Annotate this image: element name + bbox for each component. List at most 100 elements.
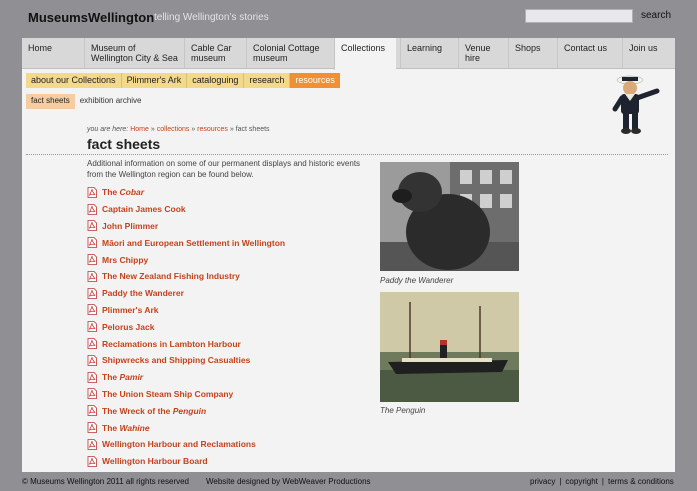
factsheet-title: Reclamations in Lambton Harbour: [102, 338, 241, 349]
pdf-icon: [87, 186, 97, 198]
factsheet-title: Paddy the Wanderer: [102, 288, 184, 299]
pdf-icon: [87, 438, 97, 450]
search-input[interactable]: [525, 9, 633, 23]
breadcrumb-separator: »: [227, 126, 236, 133]
footer-copyright: © Museums Wellington 2011 all rights res…: [22, 477, 190, 486]
subnav-item-fact-sheets[interactable]: fact sheets: [26, 94, 75, 109]
breadcrumb-collections[interactable]: collections: [157, 126, 190, 133]
breadcrumb: you are here: Home » collections » resou…: [87, 126, 270, 133]
subnav-item-resources[interactable]: resources: [290, 73, 340, 88]
factsheet-list: The Cobar Captain James Cook John Plimmer M…: [87, 184, 285, 470]
breadcrumb-resources[interactable]: resources: [197, 126, 228, 133]
pdf-icon: [87, 354, 97, 366]
subnav-item-exhibition-archive[interactable]: exhibition archive: [75, 94, 147, 109]
search-button[interactable]: search: [641, 10, 671, 21]
factsheet-link[interactable]: Mrs Chippy: [102, 255, 148, 265]
content-page: Home Museum of Wellington City & Sea Cab…: [22, 38, 675, 472]
factsheet-title: Shipwrecks and Shipping Casualties: [102, 355, 251, 366]
pdf-icon: [87, 203, 97, 215]
factsheet-title-italic: Wahine: [119, 422, 150, 433]
nav-item-museum-of-wellington[interactable]: Museum of Wellington City & Sea: [84, 38, 184, 69]
nav-item-learning[interactable]: Learning: [400, 38, 458, 69]
title-divider: [26, 154, 668, 155]
factsheet-item: Pelorus Jack: [87, 318, 285, 335]
factsheet-link[interactable]: The New Zealand Fishing Industry: [102, 271, 240, 281]
the-penguin-painting: [380, 292, 519, 402]
site-tagline: telling Wellington’s stories: [154, 12, 269, 23]
factsheet-title: Plimmer's Ark: [102, 304, 159, 315]
factsheet-link[interactable]: Wellington Harbour and Reclamations: [102, 439, 256, 449]
factsheet-link[interactable]: The Union Steam Ship Company: [102, 389, 233, 399]
breadcrumb-separator: »: [189, 126, 198, 133]
nav-item-venue-hire[interactable]: Venue hire: [458, 38, 508, 69]
sailor-doll-image: [612, 75, 660, 134]
factsheet-link[interactable]: Pelorus Jack: [102, 322, 154, 332]
factsheet-link[interactable]: Paddy the Wanderer: [102, 288, 184, 298]
nav-item-home[interactable]: Home: [22, 38, 84, 69]
factsheet-link[interactable]: The Cobar: [102, 187, 144, 197]
footer-separator: |: [601, 477, 604, 486]
site-header: MuseumsWellington telling Wellington’s s…: [0, 0, 697, 38]
factsheet-link[interactable]: Māori and European Settlement in Welling…: [102, 238, 285, 248]
pdf-icon: [87, 338, 97, 349]
factsheet-link[interactable]: John Plimmer: [102, 221, 158, 231]
factsheet-item: The Wahine: [87, 419, 285, 436]
factsheet-title: Māori and European Settlement in Welling…: [102, 237, 286, 248]
factsheet-title: Wellington Harbour Board: [102, 456, 208, 467]
factsheet-title: The Wreck of the: [102, 405, 173, 416]
pdf-icon: [87, 405, 97, 417]
factsheet-link[interactable]: Wellington Harbour Board: [102, 456, 208, 466]
factsheet-link[interactable]: The Wahine: [102, 423, 150, 433]
subnav-item-plimmers-ark[interactable]: Plimmer's Ark: [121, 73, 188, 88]
nav-item-contact-us[interactable]: Contact us: [557, 38, 622, 69]
pdf-icon: [87, 220, 97, 232]
breadcrumb-separator: »: [148, 126, 157, 133]
factsheet-title: John Plimmer: [102, 220, 159, 231]
factsheet-link[interactable]: Shipwrecks and Shipping Casualties: [102, 355, 250, 365]
footer-link-terms[interactable]: terms & conditions: [608, 477, 674, 486]
factsheet-item: The New Zealand Fishing Industry: [87, 268, 285, 285]
factsheet-title: The: [102, 187, 120, 198]
subnav-item-research[interactable]: research: [244, 73, 291, 88]
factsheet-title: The Union Steam Ship Company: [102, 388, 234, 399]
breadcrumb-current: fact sheets: [235, 126, 270, 133]
breadcrumb-prefix: you are here:: [87, 126, 129, 133]
site-logo[interactable]: MuseumsWellington: [28, 10, 154, 25]
factsheet-title: The New Zealand Fishing Industry: [102, 271, 240, 282]
factsheet-title: The: [102, 422, 120, 433]
factsheet-title: Pelorus Jack: [102, 321, 155, 332]
nav-item-cable-car-museum[interactable]: Cable Car museum: [184, 38, 246, 69]
factsheet-item: The Pamir: [87, 369, 285, 386]
nav-item-collections[interactable]: Collections: [334, 38, 396, 70]
main-nav: Home Museum of Wellington City & Sea Cab…: [22, 38, 675, 70]
site-footer: © Museums Wellington 2011 all rights res…: [0, 472, 697, 491]
factsheet-title: Mrs Chippy: [102, 254, 149, 265]
factsheet-link[interactable]: Plimmer's Ark: [102, 305, 159, 315]
factsheet-item: Plimmer's Ark: [87, 302, 285, 319]
footer-link-privacy[interactable]: privacy: [530, 477, 555, 486]
factsheet-item: The Cobar: [87, 184, 285, 201]
factsheet-item: Shipwrecks and Shipping Casualties: [87, 352, 285, 369]
factsheet-item: Reclamations in Lambton Harbour: [87, 335, 285, 352]
factsheet-link[interactable]: Captain James Cook: [102, 204, 186, 214]
factsheet-item: Māori and European Settlement in Welling…: [87, 234, 285, 251]
factsheet-item: Mrs Chippy: [87, 251, 285, 268]
factsheet-title: Wellington Harbour and Reclamations: [102, 439, 256, 450]
factsheet-link[interactable]: Reclamations in Lambton Harbour: [102, 339, 241, 349]
nav-item-colonial-cottage-museum[interactable]: Colonial Cottage museum: [246, 38, 334, 69]
factsheet-item: Wellington Harbour and Reclamations: [87, 436, 285, 453]
subnav-item-cataloguing[interactable]: cataloguing: [187, 73, 245, 88]
footer-link-copyright[interactable]: copyright: [565, 477, 597, 486]
pdf-icon: [87, 455, 97, 467]
nav-item-shops[interactable]: Shops: [508, 38, 557, 69]
subnav-item-about-collections[interactable]: about our Collections: [26, 73, 122, 88]
factsheet-item: The Wreck of the Penguin: [87, 402, 285, 419]
factsheet-link[interactable]: The Wreck of the Penguin: [102, 406, 206, 416]
resources-subnav: fact sheets exhibition archive: [26, 94, 147, 109]
factsheet-link[interactable]: The Pamir: [102, 372, 143, 382]
pdf-icon: [87, 304, 97, 316]
footer-credit[interactable]: Website designed by WebWeaver Production…: [206, 477, 371, 486]
nav-item-join-us[interactable]: Join us: [622, 38, 675, 69]
page-title: fact sheets: [87, 136, 161, 152]
breadcrumb-home[interactable]: Home: [130, 126, 149, 133]
